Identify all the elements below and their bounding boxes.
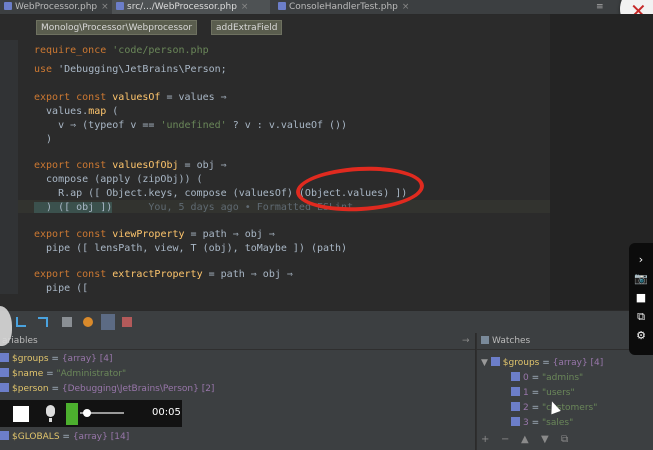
variables-header: ariables → xyxy=(0,333,475,350)
tab-close-icon[interactable]: × xyxy=(241,2,249,12)
code-line-pipe-open: pipe ([ xyxy=(34,283,89,294)
tab-overflow-icon[interactable]: ≡ xyxy=(596,0,604,14)
video-icon[interactable]: ■ xyxy=(634,291,648,304)
code-line-extractproperty: export const extractProperty = path ⇒ ob… xyxy=(34,269,293,280)
collapse-icon[interactable]: › xyxy=(634,253,648,266)
variable-row[interactable]: $name = "Administrator" xyxy=(0,367,126,381)
watches-toolbar: + − ▲ ▼ ⧉ xyxy=(477,434,653,450)
code-line-compose: compose (apply (zipObj)) ( xyxy=(34,174,203,185)
variables-panel: ariables → $groups = {array} [4] $name =… xyxy=(0,333,475,450)
evaluate-icon[interactable] xyxy=(62,317,72,327)
tab-label: src/.../WebProcessor.php xyxy=(127,2,237,12)
recording-time: 00:05 xyxy=(152,407,181,418)
tab-label: ConsoleHandlerTest.php xyxy=(289,2,398,12)
watch-root-row[interactable]: ▼ $groups = {array} [4] xyxy=(481,356,603,370)
element-icon xyxy=(511,372,520,381)
line-gutter xyxy=(0,40,18,294)
tab-close-icon[interactable]: × xyxy=(101,2,109,12)
breadcrumb-namespace[interactable]: Monolog\Processor\Webprocessor xyxy=(36,20,198,35)
code-line-viewproperty: export const viewProperty = path ⇒ obj ⇒ xyxy=(34,229,275,240)
element-icon xyxy=(511,417,520,426)
code-line-valuesof: export const valuesOf = values ⇒ xyxy=(34,92,227,103)
add-watch-icon[interactable]: + xyxy=(481,434,489,445)
restore-layout-icon[interactable]: → xyxy=(462,333,470,350)
frames-icon[interactable] xyxy=(101,314,115,330)
code-line-pipe: pipe ([ lensPath, view, T (obj), toMaybe… xyxy=(34,243,348,254)
string-icon xyxy=(0,368,9,377)
variable-row[interactable]: $groups = {array} [4] xyxy=(0,352,113,366)
watches-icon xyxy=(481,336,489,344)
code-line-typeof: v ⇒ (typeof v == 'undefined' ? v : v.val… xyxy=(34,120,348,131)
code-line-require: require_once 'code/person.php xyxy=(34,45,209,56)
editor-tab-bar: WebProcessor.php × src/.../WebProcessor.p… xyxy=(0,0,653,15)
php-file-icon xyxy=(4,2,12,10)
tab-consolehandlertest[interactable]: ConsoleHandlerTest.php × xyxy=(274,0,414,14)
watch-item-row[interactable]: 1 = "users" xyxy=(511,386,575,400)
object-icon xyxy=(0,383,9,392)
tab-label: WebProcessor.php xyxy=(15,2,98,12)
move-up-icon[interactable]: ▲ xyxy=(521,434,529,445)
remove-watch-icon[interactable]: − xyxy=(501,434,509,445)
array-icon xyxy=(0,431,9,440)
step-into-icon[interactable] xyxy=(38,317,48,327)
copy-icon[interactable]: ⧉ xyxy=(561,434,568,445)
code-line-valuesofobj: export const valuesOfObj = obj ⇒ xyxy=(34,160,227,171)
variable-row[interactable]: $GLOBALS = {array} [14] xyxy=(0,430,129,444)
php-file-icon xyxy=(116,2,124,10)
watch-item-row[interactable]: 0 = "admins" xyxy=(511,371,583,385)
tab-close-icon[interactable]: × xyxy=(402,2,410,12)
code-line-obj: ) ([ obj ]) You, 5 days ago • Formatted … xyxy=(34,202,354,213)
screen-recorder-bar: 00:05 xyxy=(0,400,182,427)
array-icon xyxy=(490,357,500,366)
microphone-stand xyxy=(49,418,52,422)
microphone-icon[interactable] xyxy=(46,405,55,417)
camera-icon[interactable]: 📷 xyxy=(634,272,648,285)
element-icon xyxy=(511,402,520,411)
code-line-map: values.map ( xyxy=(34,106,119,117)
settings-icon[interactable]: ⚙ xyxy=(634,329,648,342)
audio-level-meter xyxy=(66,403,78,425)
stop-recording-button[interactable] xyxy=(13,406,29,422)
expand-arrow-icon[interactable]: ▼ xyxy=(481,358,491,368)
recorder-sidebar: › 📷 ■ ⧉ ⚙ xyxy=(629,243,653,355)
watches-panel: Watches ▼ $groups = {array} [4] 0 = "adm… xyxy=(476,333,653,450)
tab-webprocessor[interactable]: WebProcessor.php × xyxy=(0,0,116,14)
code-line-use: use 'Debugging\JetBrains\Person; xyxy=(34,64,227,75)
element-icon xyxy=(511,387,520,396)
volume-slider-knob[interactable] xyxy=(83,409,91,417)
watch-item-row[interactable]: 3 = "sales" xyxy=(511,416,573,430)
watches-header: Watches xyxy=(477,333,653,350)
breadcrumb-method[interactable]: addExtraField xyxy=(211,20,283,35)
php-file-icon xyxy=(278,2,286,10)
step-over-icon[interactable] xyxy=(16,317,26,327)
tab-src-webprocessor[interactable]: src/.../WebProcessor.php × xyxy=(112,0,270,14)
windows-icon[interactable]: ⧉ xyxy=(634,310,648,324)
move-down-icon[interactable]: ▼ xyxy=(541,434,549,445)
debug-toolbar xyxy=(0,310,653,333)
code-line-close: ) xyxy=(34,134,53,145)
mute-breakpoints-icon[interactable] xyxy=(122,317,132,327)
variable-row[interactable]: $person = {Debugging\JetBrains\Person} [… xyxy=(0,382,214,396)
array-icon xyxy=(0,353,9,362)
breakpoints-icon[interactable] xyxy=(83,317,93,327)
